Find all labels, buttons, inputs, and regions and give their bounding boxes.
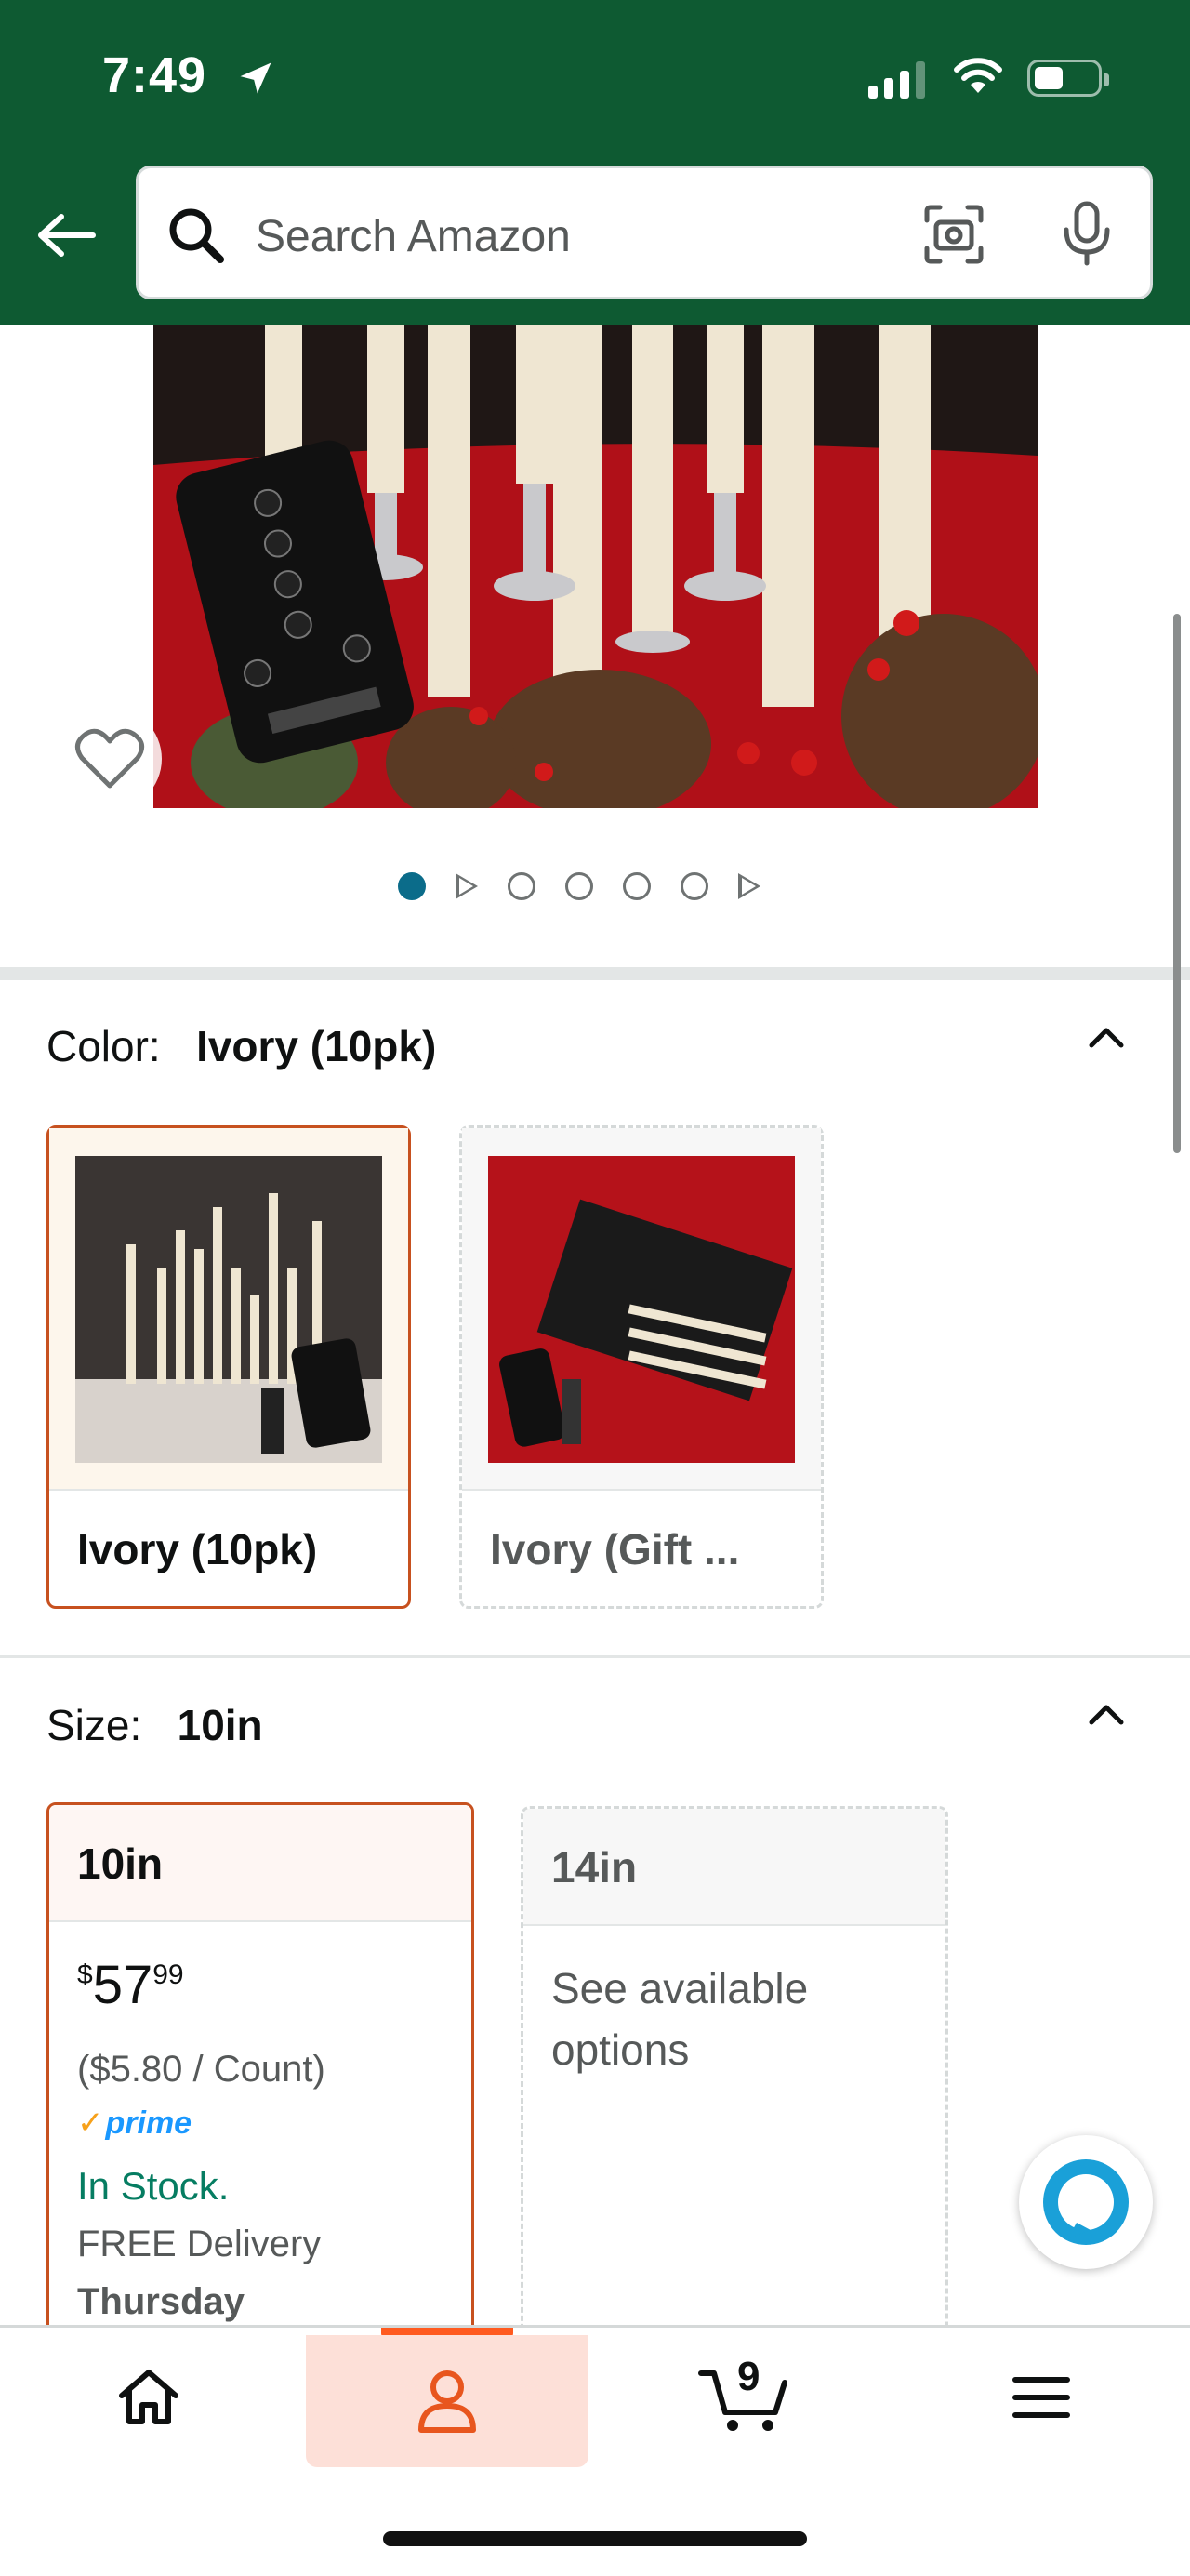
- account-icon: [418, 2370, 476, 2433]
- image-carousel-indicator: [398, 872, 760, 900]
- alexa-button[interactable]: [1019, 2135, 1153, 2269]
- carousel-dot[interactable]: [565, 872, 593, 900]
- microphone-icon[interactable]: [1061, 200, 1113, 267]
- heart-icon: [75, 728, 144, 789]
- chevron-up-icon[interactable]: [1088, 1019, 1125, 1056]
- chevron-up-icon[interactable]: [1088, 1696, 1125, 1733]
- search-input[interactable]: Search Amazon: [136, 166, 1153, 299]
- cart-count-badge: 9: [737, 2354, 760, 2399]
- color-selected-value: Ivory (10pk): [196, 1022, 437, 1070]
- swatch-image-wrap: [49, 1128, 408, 1491]
- camera-scan-icon[interactable]: [923, 204, 985, 265]
- stock-status: In Stock.: [77, 2164, 230, 2208]
- nav-account[interactable]: [306, 2335, 588, 2467]
- prime-check-icon: ✓: [77, 2105, 104, 2141]
- nav-menu[interactable]: [967, 2328, 1116, 2467]
- size-option-label: 14in: [551, 1843, 638, 1892]
- back-arrow-icon: [38, 214, 96, 257]
- size-option-10in[interactable]: 10in $5799 ($5.80 / Count) ✓prime In Sto…: [46, 1802, 474, 2360]
- price-whole: 57: [92, 1955, 153, 2015]
- wifi-icon: [954, 58, 1002, 93]
- color-option-label: Ivory (10pk): [77, 1525, 318, 1573]
- wishlist-button[interactable]: [58, 707, 162, 811]
- app-header: 7:49 Search Amazon: [0, 0, 1190, 325]
- cellular-signal-icon: [868, 58, 925, 99]
- search-icon: [169, 208, 224, 263]
- size-selector-heading: Size: 10in: [46, 1700, 263, 1750]
- nav-home[interactable]: [74, 2328, 223, 2467]
- home-indicator: [383, 2531, 807, 2546]
- color-label: Color:: [46, 1022, 161, 1070]
- size-option-label: 10in: [77, 1839, 164, 1888]
- size-label: Size:: [46, 1701, 142, 1749]
- swatch-separator: [462, 1489, 821, 1491]
- gift-box-thumbnail: [488, 1156, 795, 1463]
- price-symbol: $: [77, 1959, 93, 1990]
- carousel-dot[interactable]: [508, 872, 536, 900]
- carousel-dot[interactable]: [623, 872, 651, 900]
- section-divider: [0, 967, 1190, 980]
- section-divider: [0, 1655, 1190, 1658]
- candle-set-thumbnail: [75, 1156, 382, 1463]
- battery-icon: [1027, 60, 1109, 97]
- prime-label: prime: [105, 2105, 192, 2141]
- video-thumbnail-icon[interactable]: [738, 873, 760, 899]
- carousel-dot[interactable]: [681, 872, 708, 900]
- color-option-label: Ivory (Gift ...: [490, 1525, 740, 1573]
- color-option-ivory-gift[interactable]: Ivory (Gift ...: [459, 1125, 824, 1609]
- delivery-day: Thursday: [77, 2281, 245, 2322]
- delivery-text: FREE Delivery: [77, 2224, 322, 2264]
- prime-badge: ✓prime: [77, 2105, 192, 2142]
- search-placeholder: Search Amazon: [256, 212, 571, 261]
- price: $5799: [77, 1954, 184, 2016]
- product-image[interactable]: [153, 325, 1038, 808]
- location-arrow-icon: [240, 62, 271, 94]
- carousel-dot[interactable]: [398, 872, 426, 900]
- scrollbar[interactable]: [1173, 614, 1181, 1153]
- unit-price: ($5.80 / Count): [77, 2049, 325, 2090]
- swatch-separator: [49, 1489, 408, 1491]
- candles-photo: [153, 325, 1038, 808]
- home-icon: [119, 2370, 178, 2424]
- status-time: 7:49: [102, 47, 207, 103]
- size-option-14in[interactable]: 14in See available options: [521, 1806, 948, 2364]
- size-selected-value: 10in: [177, 1701, 263, 1749]
- hamburger-menu-icon: [1012, 2377, 1070, 2418]
- video-thumbnail-icon[interactable]: [456, 873, 478, 899]
- price-fraction: 99: [152, 1959, 184, 1990]
- color-option-ivory-10pk[interactable]: Ivory (10pk): [46, 1125, 411, 1609]
- see-available-options: See available options: [551, 1964, 809, 2074]
- back-button[interactable]: [33, 203, 99, 268]
- swatch-image-wrap: [462, 1128, 821, 1491]
- size-option-header: 14in: [523, 1809, 945, 1926]
- size-option-header: 10in: [49, 1805, 471, 1922]
- alexa-icon: [1043, 2159, 1129, 2245]
- color-selector-heading: Color: Ivory (10pk): [46, 1021, 436, 1071]
